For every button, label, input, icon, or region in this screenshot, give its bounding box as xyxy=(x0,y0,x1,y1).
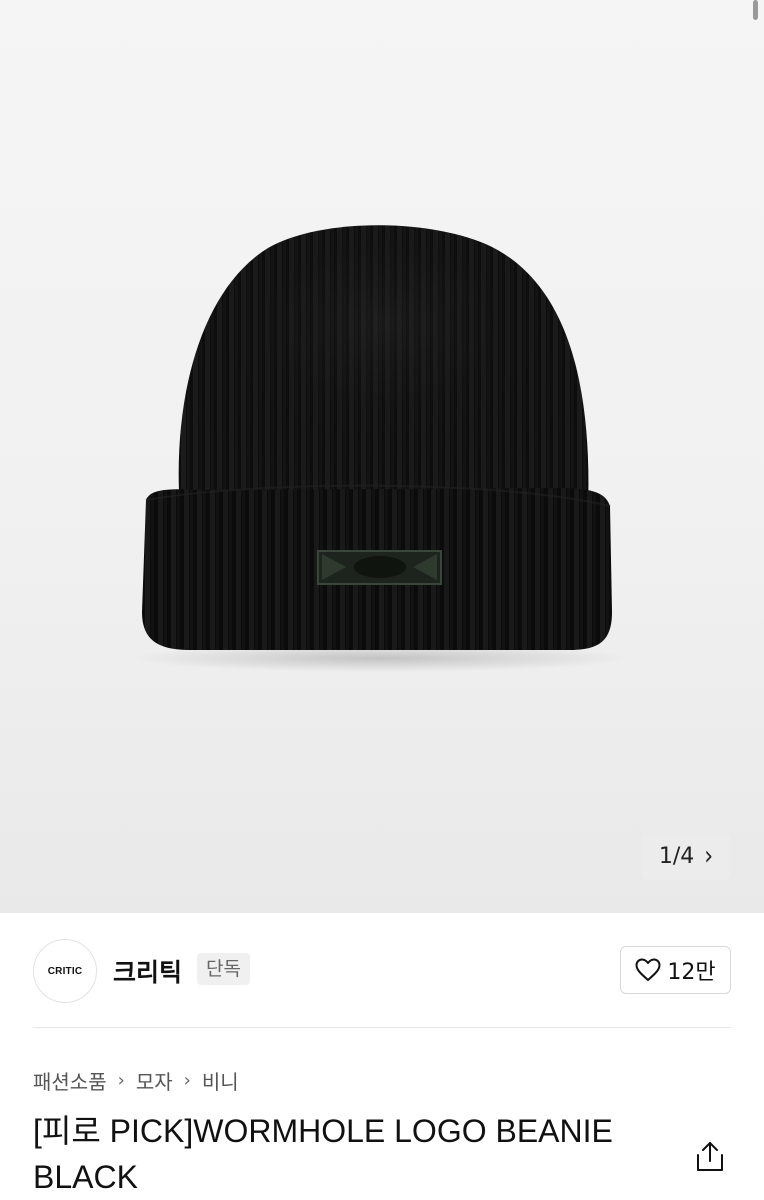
product-title: [피로 PICK]WORMHOLE LOGO BEANIE BLACK xyxy=(33,1108,673,1200)
product-title-line: BLACK xyxy=(33,1159,138,1195)
product-image xyxy=(130,225,630,672)
breadcrumb: 패션소품 › 모자 › 비니 xyxy=(33,1064,239,1096)
like-button[interactable]: 12만 xyxy=(620,946,731,994)
breadcrumb-item[interactable]: 모자 xyxy=(136,1066,173,1095)
heart-outline-icon xyxy=(635,958,661,981)
brand-name[interactable]: 크리틱 xyxy=(113,953,182,989)
chevron-right-icon: › xyxy=(183,1069,191,1091)
exclusive-badge: 단독 xyxy=(197,953,250,985)
divider xyxy=(33,1027,731,1028)
share-icon[interactable] xyxy=(694,1140,726,1174)
chevron-right-icon[interactable]: › xyxy=(704,842,713,872)
image-counter: 1/4 xyxy=(658,844,695,869)
breadcrumb-item[interactable]: 비니 xyxy=(202,1066,239,1095)
chevron-right-icon: › xyxy=(117,1069,125,1091)
beanie-logo-patch xyxy=(317,550,442,585)
product-title-line: [피로 PICK]WORMHOLE LOGO BEANIE xyxy=(33,1113,613,1149)
product-image-carousel[interactable]: 1/4 › xyxy=(0,0,764,913)
breadcrumb-item[interactable]: 패션소품 xyxy=(33,1066,107,1095)
like-count: 12만 xyxy=(667,960,716,985)
image-pager[interactable]: 1/4 › xyxy=(642,833,730,880)
brand-logo[interactable]: CRITIC xyxy=(33,939,97,1003)
brand-logo-text: CRITIC xyxy=(47,965,83,977)
